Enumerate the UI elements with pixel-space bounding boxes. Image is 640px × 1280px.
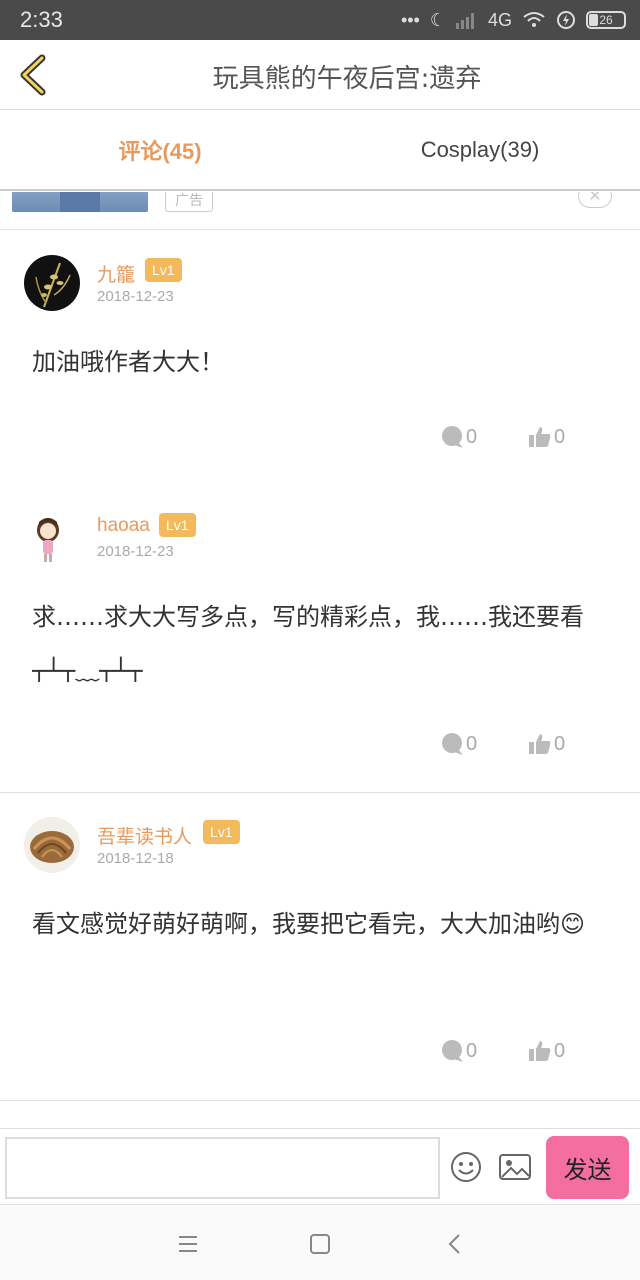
speech-bubble-icon — [442, 1040, 463, 1062]
reply-count: 0 — [466, 1039, 478, 1062]
thumbs-up-icon — [529, 427, 551, 447]
wifi-icon — [523, 12, 545, 27]
like-count: 0 — [554, 425, 566, 448]
reply-button[interactable]: 0 — [440, 732, 477, 756]
home-square-icon — [310, 1234, 330, 1254]
status-icons: ••• ☾ 4G 26 — [401, 6, 626, 34]
menu-button[interactable] — [173, 1229, 203, 1259]
comment-text: 加油哦作者大大！ — [32, 348, 224, 376]
back-nav-button[interactable] — [440, 1229, 470, 1259]
avatar[interactable] — [24, 510, 80, 566]
username[interactable]: 吾辈读书人 — [97, 822, 192, 849]
like-count: 0 — [554, 1039, 566, 1062]
back-button[interactable] — [14, 54, 54, 96]
emoji-button[interactable] — [450, 1151, 482, 1183]
username[interactable]: 九籠 — [97, 260, 135, 287]
moon-icon: ☾ — [429, 9, 446, 30]
battery-icon: 26 — [586, 11, 626, 29]
comment-text: 求……求大大写多点，写的精彩点，我……我还要看┬┴┬﹏┬┴┬ — [32, 603, 584, 682]
home-button[interactable] — [305, 1229, 335, 1259]
network-type: 4G — [487, 9, 512, 30]
page-title: 玩具熊的午夜后宫:遗弃 — [212, 64, 482, 94]
menu-icon — [179, 1236, 197, 1252]
like-button[interactable]: 0 — [528, 732, 565, 756]
signal-icon — [455, 13, 474, 29]
comment-input-bar: 发送 — [0, 1128, 640, 1204]
tab-comments[interactable]: 评论(45) — [0, 111, 320, 189]
ad-image[interactable] — [12, 192, 148, 212]
level-badge: Lv1 — [145, 258, 182, 282]
tab-bar: 评论(45) Cosplay(39) — [0, 111, 640, 191]
send-button[interactable]: 发送 — [546, 1136, 629, 1199]
comment-item: 吾辈读书人 Lv1 2018-12-18 看文感觉好萌好萌啊，我要把它看完，大大… — [0, 793, 640, 1099]
ad-close-button[interactable]: ✕ — [578, 192, 612, 208]
speech-bubble-icon — [442, 733, 463, 755]
comment-item: haoaa Lv1 2018-12-23 求……求大大写多点，写的精彩点，我……… — [0, 486, 640, 792]
chevron-left-icon — [448, 1234, 460, 1254]
level-badge: Lv1 — [159, 513, 196, 537]
orchid-avatar-icon — [35, 262, 71, 308]
ad-banner[interactable]: 广告 ✕ — [0, 192, 640, 230]
comment-date: 2018-12-18 — [97, 850, 174, 867]
title-bar: 玩具熊的午夜后宫:遗弃 — [0, 40, 640, 110]
more-dots-icon: ••• — [400, 9, 420, 30]
status-bar: 2:33 ••• ☾ 4G 26 — [0, 0, 640, 40]
image-button[interactable] — [498, 1153, 532, 1181]
status-time: 2:33 — [20, 7, 63, 32]
shell-avatar-icon — [30, 831, 74, 863]
ad-tag: 广告 — [165, 192, 213, 212]
reply-count: 0 — [466, 425, 478, 448]
comment-actions: 0 0 — [440, 1039, 590, 1069]
back-arrow-icon — [20, 54, 46, 96]
comment-actions: 0 0 — [440, 732, 590, 762]
like-count: 0 — [554, 732, 566, 755]
comment-text: 看文感觉好萌好萌啊，我要把它看完，大大加油哟😊 — [32, 910, 586, 938]
girl-avatar-icon — [37, 518, 59, 562]
username[interactable]: haoaa — [97, 515, 150, 537]
reply-button[interactable]: 0 — [440, 425, 477, 449]
avatar[interactable] — [24, 255, 80, 311]
comment-date: 2018-12-23 — [97, 288, 174, 305]
speech-bubble-icon — [442, 426, 463, 448]
comment-input[interactable] — [5, 1137, 440, 1199]
system-nav-bar — [0, 1204, 640, 1280]
like-button[interactable]: 0 — [528, 425, 565, 449]
thumbs-up-icon — [529, 734, 551, 754]
level-badge: Lv1 — [203, 820, 240, 844]
comment-date: 2018-12-23 — [97, 543, 174, 560]
power-saver-icon — [557, 11, 575, 29]
comment-actions: 0 0 — [440, 425, 590, 455]
tab-cosplay[interactable]: Cosplay(39) — [320, 111, 640, 189]
thumbs-up-icon — [529, 1041, 551, 1061]
like-button[interactable]: 0 — [528, 1039, 565, 1063]
smiley-icon — [451, 1152, 481, 1182]
reply-count: 0 — [466, 732, 478, 755]
reply-button[interactable]: 0 — [440, 1039, 477, 1063]
avatar[interactable] — [24, 817, 80, 873]
divider — [0, 1100, 640, 1101]
image-icon — [499, 1154, 531, 1180]
